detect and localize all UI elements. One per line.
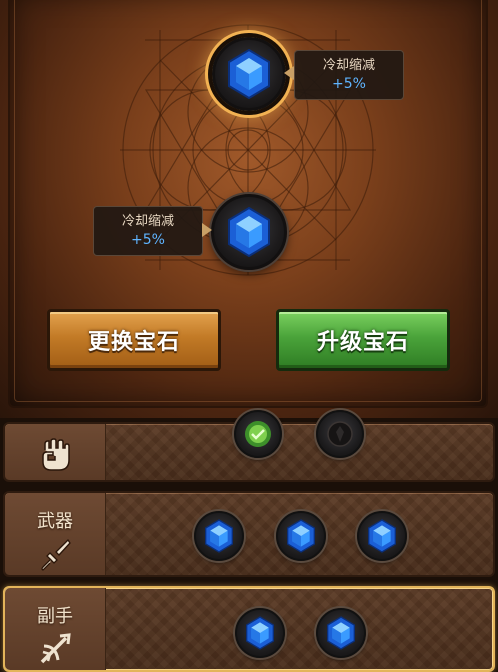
equipment-row-fist[interactable]: [3, 410, 495, 482]
tooltip-value: +5%: [131, 232, 165, 248]
row-label: 武器: [5, 493, 106, 575]
sword-icon: [41, 538, 71, 571]
blue-gem-icon: [228, 48, 270, 100]
gem-slot-second[interactable]: [211, 194, 287, 270]
replace-gem-button[interactable]: 更换宝石: [47, 309, 221, 371]
blue-gem-icon: [368, 519, 396, 553]
row-label: 副手: [5, 588, 106, 670]
gem-detail-panel: 冷却缩减 +5% 冷却缩减 +5% 更换宝石 升级宝石: [0, 0, 498, 420]
blue-gem-icon: [327, 616, 355, 650]
tooltip-arrow-icon: [284, 66, 294, 80]
row-label: [5, 424, 106, 480]
tooltip-value: +5%: [332, 76, 366, 92]
blue-gem-slot[interactable]: [194, 511, 244, 561]
blue-gem-slot[interactable]: [276, 511, 326, 561]
gem-tooltip-top: 冷却缩减 +5%: [294, 50, 404, 100]
upgrade-gem-button[interactable]: 升级宝石: [276, 309, 450, 371]
blue-gem-icon: [205, 519, 233, 553]
blue-gem-icon: [228, 206, 270, 258]
green-gem-slot[interactable]: [234, 410, 282, 458]
row-name: 副手: [37, 606, 73, 627]
blue-gem-slot[interactable]: [235, 608, 285, 658]
fist-icon: [42, 438, 70, 471]
tooltip-title: 冷却缩减: [322, 58, 375, 73]
blue-gem-icon: [246, 616, 274, 650]
gem-tooltip-left: 冷却缩减 +5%: [93, 206, 203, 256]
equipment-row-offhand[interactable]: 副手: [3, 586, 495, 672]
crossbow-icon: [40, 633, 71, 664]
tooltip-title: 冷却缩减: [121, 214, 174, 229]
blue-gem-slot[interactable]: [316, 608, 366, 658]
dark-gem-slot[interactable]: [316, 410, 364, 458]
gem-slot-top-selected[interactable]: [212, 37, 286, 111]
tooltip-arrow-icon: [202, 223, 212, 237]
row-name: 武器: [37, 511, 73, 532]
blue-gem-slot[interactable]: [357, 511, 407, 561]
green-gem-icon: [245, 421, 271, 447]
blue-gem-icon: [287, 519, 315, 553]
dark-gem-icon: [327, 421, 353, 447]
equipment-row-weapon[interactable]: 武器: [3, 491, 495, 577]
